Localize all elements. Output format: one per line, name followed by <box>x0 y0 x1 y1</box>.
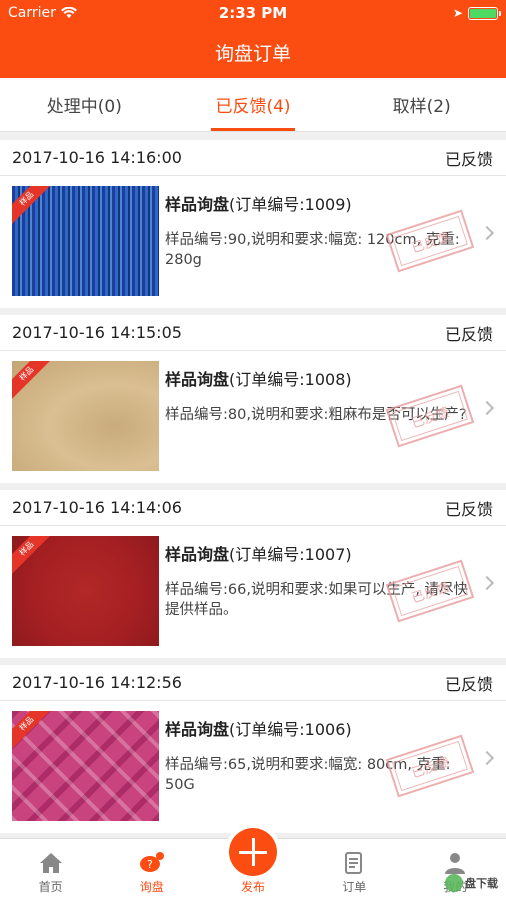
tab-feedback[interactable]: 已反馈(4) <box>169 78 338 131</box>
user-icon <box>445 853 466 874</box>
sample-ribbon: 样品 <box>12 711 54 751</box>
watermark-text: 盘下载 <box>465 877 498 890</box>
fabric-thumbnail: 样品 <box>12 711 159 821</box>
order-date: 2017-10-16 14:12:56 <box>12 673 182 692</box>
tabbar-label: 首页 <box>38 880 63 894</box>
fabric-thumbnail: 样品 <box>12 186 159 296</box>
order-status: 已反馈 <box>444 499 493 519</box>
order-title: 样品询盘 <box>165 195 230 214</box>
home-icon <box>39 853 62 873</box>
watermark-logo-icon <box>445 874 463 892</box>
order-date: 2017-10-16 14:15:05 <box>12 323 182 342</box>
order-number: (订单编号:1009) <box>229 195 352 214</box>
order-tabs: 处理中(0) 已反馈(4) 取样(2) <box>0 78 506 132</box>
status-bar: Carrier 2:33 PM ➤ <box>0 0 506 26</box>
battery-icon <box>467 6 501 20</box>
top-bar: Carrier 2:33 PM ➤ 询盘订单 <box>0 0 506 78</box>
chevron-right-icon <box>479 575 495 591</box>
tabbar-orders[interactable]: 订单 <box>304 839 405 900</box>
order-title: 样品询盘 <box>165 370 230 389</box>
order-status: 已反馈 <box>444 674 493 694</box>
sample-ribbon: 样品 <box>12 361 54 401</box>
page-title: 询盘订单 <box>214 42 291 65</box>
carrier-label: Carrier <box>8 5 56 21</box>
sample-ribbon: 样品 <box>12 186 54 226</box>
order-status: 已反馈 <box>444 324 493 344</box>
plus-icon <box>239 838 267 866</box>
order-icon <box>345 852 363 874</box>
order-number: (订单编号:1006) <box>229 720 352 739</box>
order-title: 样品询盘 <box>165 545 230 564</box>
tab-sampling[interactable]: 取样(2) <box>337 78 506 131</box>
chevron-right-icon <box>479 750 495 766</box>
order-date: 2017-10-16 14:16:00 <box>12 148 182 167</box>
svg-text:?: ? <box>147 858 153 871</box>
chevron-right-icon <box>479 400 495 416</box>
inquiry-icon: ? <box>139 852 164 872</box>
tabbar-label: 发布 <box>241 880 266 894</box>
order-status: 已反馈 <box>444 149 493 169</box>
tab-processing[interactable]: 处理中(0) <box>0 78 169 131</box>
sample-ribbon: 样品 <box>12 536 54 576</box>
status-time: 2:33 PM <box>218 4 288 22</box>
tabbar-label: 订单 <box>342 880 367 894</box>
chevron-right-icon <box>479 225 495 241</box>
order-card[interactable]: 2017-10-16 14:12:56 已反馈 样品 样品询盘(订单编号:100… <box>0 665 506 833</box>
order-number: (订单编号:1008) <box>229 370 352 389</box>
fabric-thumbnail: 样品 <box>12 361 159 471</box>
tabbar-inquiry[interactable]: ? 询盘 <box>101 839 202 900</box>
fabric-thumbnail: 样品 <box>12 536 159 646</box>
location-arrow-icon: ➤ <box>452 6 463 20</box>
order-card[interactable]: 2017-10-16 14:16:00 已反馈 样品 样品询盘(订单编号:100… <box>0 140 506 308</box>
publish-button[interactable] <box>229 828 277 876</box>
tabbar-label: 询盘 <box>139 880 164 894</box>
tabbar-home[interactable]: 首页 <box>0 839 101 900</box>
order-card[interactable]: 2017-10-16 14:15:05 已反馈 样品 样品询盘(订单编号:100… <box>0 315 506 483</box>
order-card[interactable]: 2017-10-16 14:14:06 已反馈 样品 样品询盘(订单编号:100… <box>0 490 506 658</box>
order-date: 2017-10-16 14:14:06 <box>12 498 182 517</box>
watermark: 盘下载 <box>445 874 498 892</box>
order-title: 样品询盘 <box>165 720 230 739</box>
wifi-icon <box>60 7 77 18</box>
order-number: (订单编号:1007) <box>229 545 352 564</box>
